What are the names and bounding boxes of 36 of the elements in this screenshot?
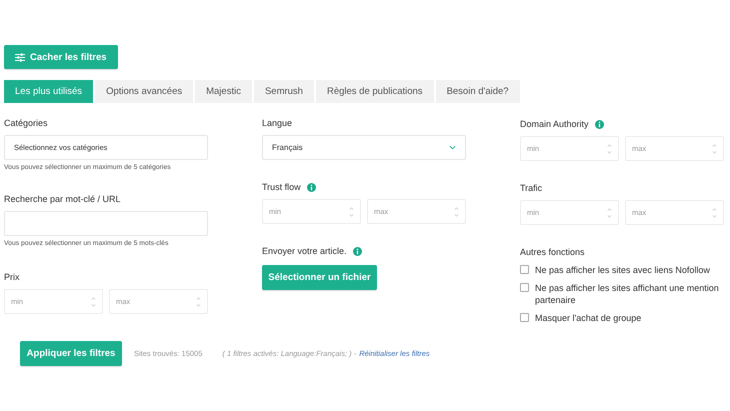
toggle-filters-button[interactable]: Cacher les filtres (4, 45, 118, 69)
tab[interactable]: Règles de publications (316, 80, 434, 103)
field-label: Trafic (520, 183, 542, 193)
tab[interactable]: Semrush (254, 80, 314, 103)
spinner-icon (454, 206, 459, 218)
checkbox-label: Ne pas afficher les sites affichant une mention partenaire (535, 282, 720, 306)
spinner-icon (349, 206, 354, 218)
field-label: Envoyer votre article. (262, 246, 347, 256)
field-label: Langue (262, 118, 292, 128)
tab[interactable]: Majestic (195, 80, 252, 103)
field-label: Prix (4, 272, 20, 282)
field-label: Catégories (4, 118, 48, 128)
chevron-down-icon (449, 145, 456, 150)
checkbox[interactable] (520, 265, 529, 274)
sliders-icon (15, 52, 25, 62)
checkbox-label: Ne pas afficher les sites avec liens Nofollow (535, 264, 711, 276)
spinner-icon (607, 206, 612, 218)
tab[interactable]: Besoin d'aide? (436, 80, 520, 103)
input-field[interactable] (4, 211, 208, 236)
spinner-icon (712, 206, 717, 218)
checkbox[interactable] (520, 283, 529, 292)
field-label: Recherche par mot-clé / URL (4, 194, 121, 204)
spinner-icon (91, 296, 96, 308)
spinner-icon (196, 296, 201, 308)
field-label: Trust flow (262, 182, 301, 192)
field-label: Domain Authority (520, 119, 589, 129)
tab[interactable]: Les plus utilisés (4, 80, 94, 103)
spinner-icon (607, 142, 612, 154)
select-file-button[interactable]: Sélectionner un fichier (262, 265, 377, 290)
checkbox[interactable] (520, 313, 529, 322)
select-field[interactable]: Français (262, 135, 466, 160)
tab[interactable]: Options avancées (95, 80, 194, 103)
spinner-icon (712, 142, 717, 154)
checkbox-label: Masquer l'achat de groupe (535, 312, 642, 324)
field-label: Autres fonctions (520, 247, 585, 257)
apply-filters-button[interactable]: Appliquer les filtres (20, 341, 122, 366)
